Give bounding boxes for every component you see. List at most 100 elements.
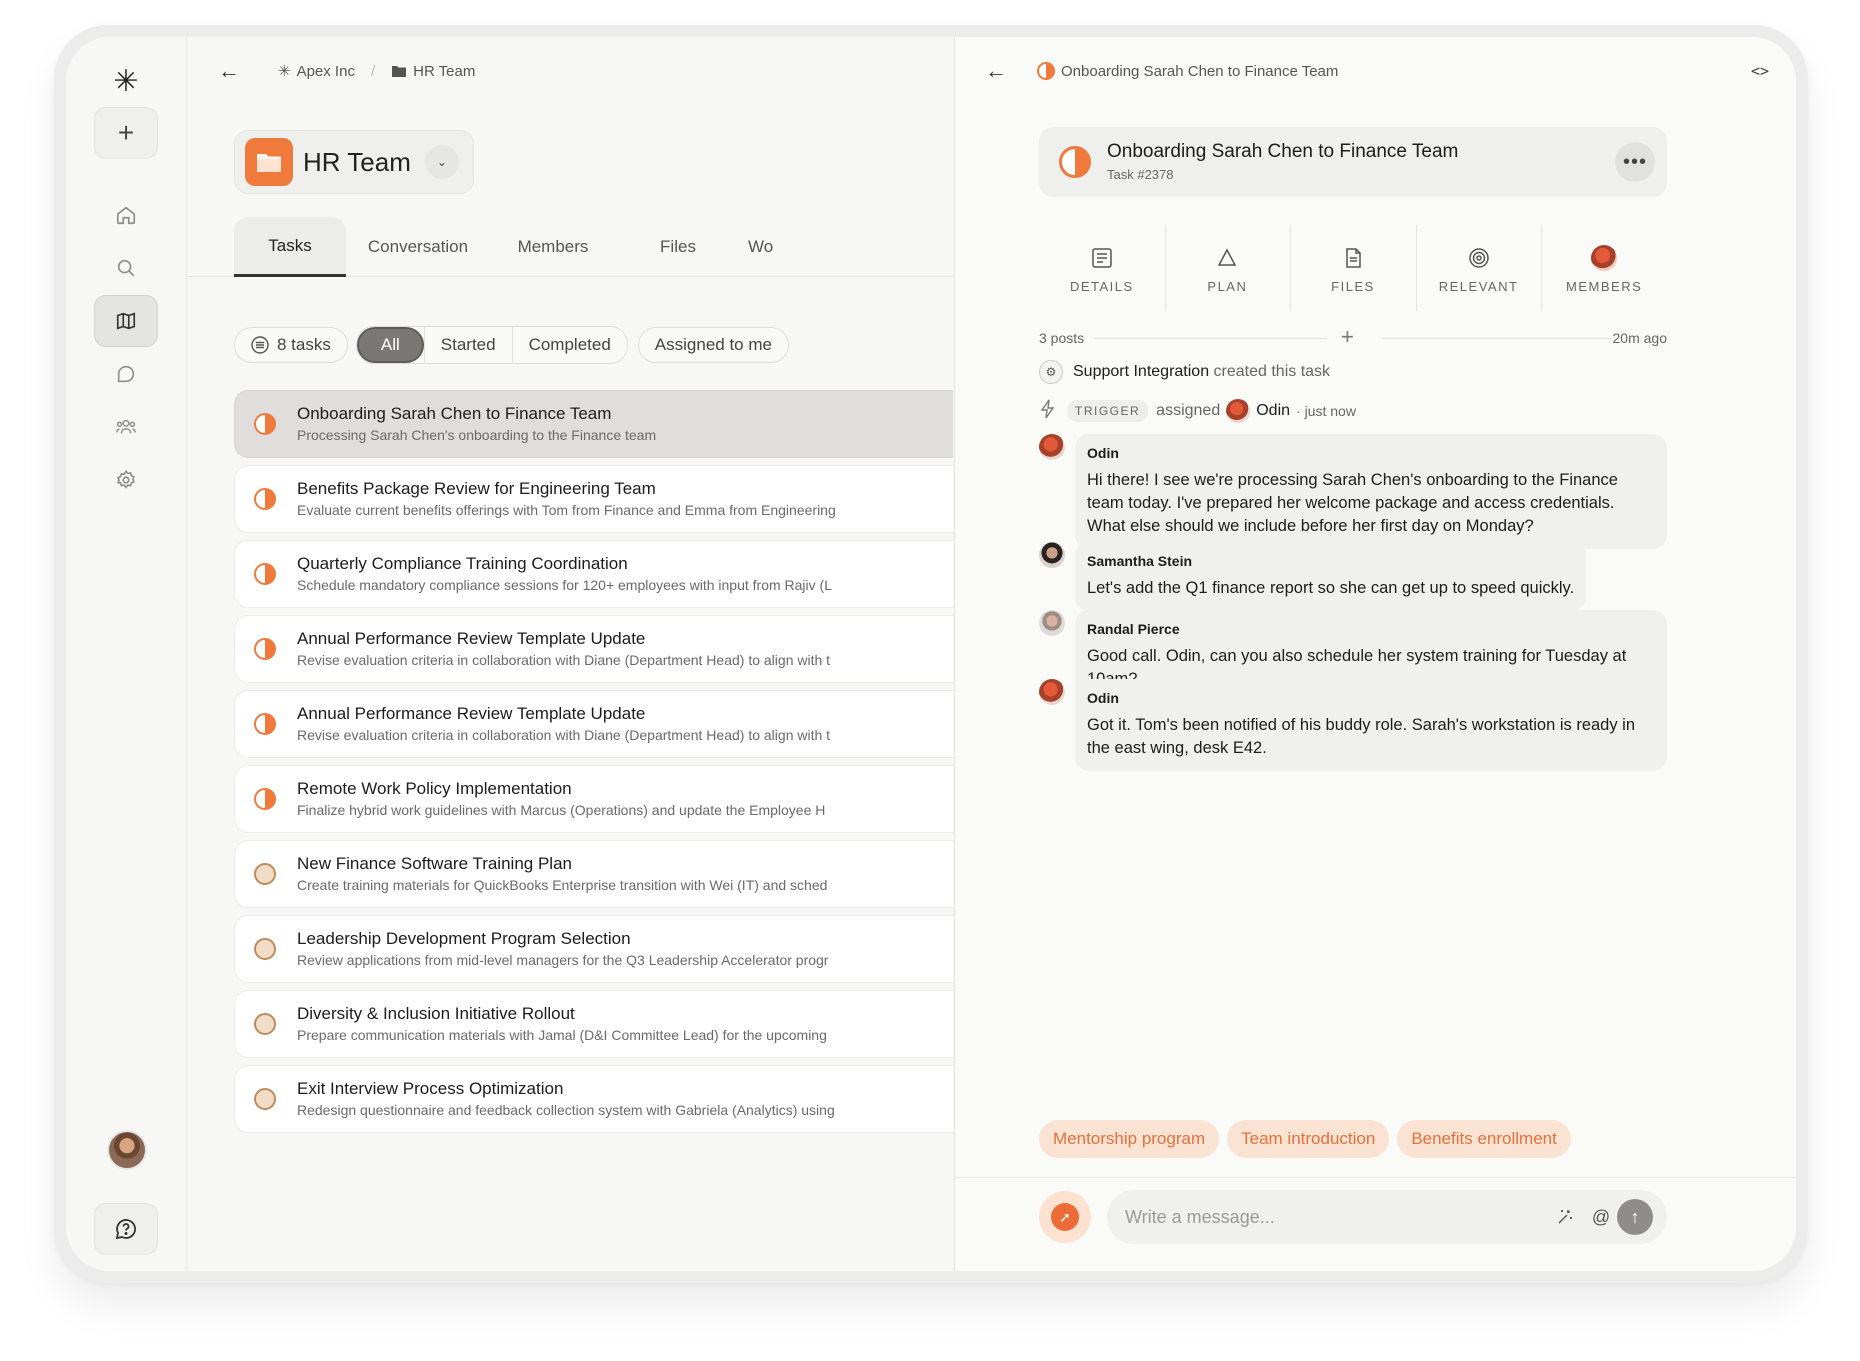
tag-button[interactable] [94,348,158,400]
message-author: Odin [1087,690,1119,706]
user-avatar[interactable] [107,1130,147,1170]
chevron-down-icon[interactable]: ⌄ [424,145,459,179]
event-actor[interactable]: Support Integration [1073,363,1209,381]
tab-members[interactable]: MEMBERS [1541,219,1667,317]
team-button[interactable] [94,401,158,453]
task-card: Onboarding Sarah Chen to Finance Team Ta… [1039,127,1667,197]
help-icon [115,1219,136,1240]
message-input-wrapper: @ ↑ [1107,1190,1667,1244]
tab-workflows[interactable]: Wo [748,217,808,277]
plus-icon: + [117,117,135,148]
task-row[interactable]: Leadership Development Program Selection… [234,915,953,983]
tab-files[interactable]: FILES [1290,219,1416,317]
task-description: Prepare communication materials with Jam… [297,1027,827,1043]
posts-count: 3 posts [1039,330,1085,346]
tab-relevant[interactable]: RELEVANT [1415,219,1542,317]
more-options-icon[interactable]: ••• [1615,142,1655,182]
todo-status-icon [254,1088,276,1110]
task-description: Revise evaluation criteria in collaborat… [297,727,831,743]
tab-members[interactable]: Members [498,217,608,277]
filter-all[interactable]: All [356,327,424,363]
task-row[interactable]: Onboarding Sarah Chen to Finance Team Pr… [234,390,953,458]
tab-tasks[interactable]: Tasks [234,217,346,277]
posts-time: 20m ago [1612,330,1667,346]
todo-status-icon [254,863,276,885]
message-bubble: Odin Hi there! I see we're processing Sa… [1075,434,1667,549]
task-id: Task #2378 [1107,167,1174,182]
task-list: Onboarding Sarah Chen to Finance Team Pr… [234,390,953,1140]
back-arrow-icon[interactable]: ← [218,58,240,84]
event-assignee[interactable]: Odin [1256,402,1290,420]
breadcrumb-org[interactable]: Apex Inc [297,63,355,80]
compass-icon: ➚ [1051,1203,1079,1231]
tab-plan[interactable]: PLAN [1164,219,1291,317]
odin-avatar [1039,679,1065,705]
message-input[interactable] [1125,1190,1525,1244]
home-button[interactable] [94,189,158,241]
filter-started[interactable]: Started [423,327,512,363]
mention-icon[interactable]: @ [1587,1203,1615,1231]
tab-details-label: DETAILS [1069,278,1134,294]
task-count-chip: 8 tasks [234,327,348,363]
tag-icon [117,365,135,383]
send-button[interactable]: ↑ [1617,1199,1653,1235]
folder-icon [392,66,407,77]
team-selector[interactable]: HR Team ⌄ [234,130,474,194]
tab-details[interactable]: DETAILS [1039,219,1165,317]
message-author: Odin [1087,445,1119,461]
randal-avatar [1039,610,1065,636]
gear-icon [116,469,135,489]
task-title: Exit Interview Process Optimization [297,1079,564,1098]
breadcrumb-separator: / [370,62,376,80]
filter-completed[interactable]: Completed [511,327,627,363]
trigger-badge: TRIGGER [1067,400,1149,422]
in-progress-status-icon [254,563,276,585]
add-post-icon[interactable]: + [1341,324,1354,350]
suggestion-mentorship[interactable]: Mentorship program [1039,1120,1220,1158]
task-title: Annual Performance Review Template Updat… [297,704,646,723]
map-button[interactable] [94,295,158,347]
settings-button[interactable] [94,454,158,506]
app-window: ✳ + ← ✳ Apex Inc / HR Team HR Team ⌄ Tas… [66,37,1796,1271]
task-row[interactable]: Remote Work Policy Implementation Finali… [234,765,953,833]
task-row[interactable]: Quarterly Compliance Training Coordinati… [234,540,953,608]
task-row[interactable]: Diversity & Inclusion Initiative Rollout… [234,990,953,1058]
message-text: Hi there! I see we're processing Sarah C… [1087,471,1618,535]
tab-files[interactable]: Files [628,217,728,277]
task-row[interactable]: New Finance Software Training Plan Creat… [234,840,953,908]
new-button[interactable]: + [94,107,158,159]
in-progress-status-icon [254,488,276,510]
breadcrumb: ← ✳ Apex Inc / HR Team [218,55,475,87]
task-description: Review applications from mid-level manag… [297,952,829,968]
tab-plan-label: PLAN [1207,278,1248,294]
task-card-title: Onboarding Sarah Chen to Finance Team [1107,141,1459,162]
task-row[interactable]: Benefits Package Review for Engineering … [234,465,953,533]
breadcrumb-team[interactable]: HR Team [413,63,475,80]
magic-wand-icon[interactable] [1551,1203,1579,1231]
event-assigned: TRIGGER assigned Odin · just now [1039,396,1356,426]
filter-assigned-to-me[interactable]: Assigned to me [637,327,789,363]
task-row[interactable]: Exit Interview Process Optimization Rede… [234,1065,953,1133]
task-row[interactable]: Annual Performance Review Template Updat… [234,690,953,758]
back-arrow-icon[interactable]: ← [985,58,1007,84]
task-title: Quarterly Compliance Training Coordinati… [297,554,628,573]
logo-icon: ✳ [113,64,139,98]
task-row[interactable]: Annual Performance Review Template Updat… [234,615,953,683]
task-description: Redesign questionnaire and feedback coll… [297,1102,835,1118]
task-title: New Finance Software Training Plan [297,854,572,873]
posts-divider: 3 posts + 20m ago [1039,324,1667,350]
detail-header: ← Onboarding Sarah Chen to Finance Team [985,55,1765,87]
compass-button[interactable]: ➚ [1039,1191,1091,1243]
suggestion-team-intro[interactable]: Team introduction [1227,1120,1390,1158]
tab-conversation[interactable]: Conversation [358,217,478,277]
suggestion-benefits[interactable]: Benefits enrollment [1397,1120,1571,1158]
code-icon[interactable]: <> [1744,55,1776,87]
task-title: Diversity & Inclusion Initiative Rollout [297,1004,575,1023]
help-button[interactable] [94,1203,158,1255]
task-title: Benefits Package Review for Engineering … [297,479,656,498]
task-description: Revise evaluation criteria in collaborat… [297,652,831,668]
search-button[interactable] [94,242,158,294]
task-title: Onboarding Sarah Chen to Finance Team [297,404,612,423]
in-progress-status-icon [1059,146,1091,178]
message-author: Randal Pierce [1087,621,1180,637]
